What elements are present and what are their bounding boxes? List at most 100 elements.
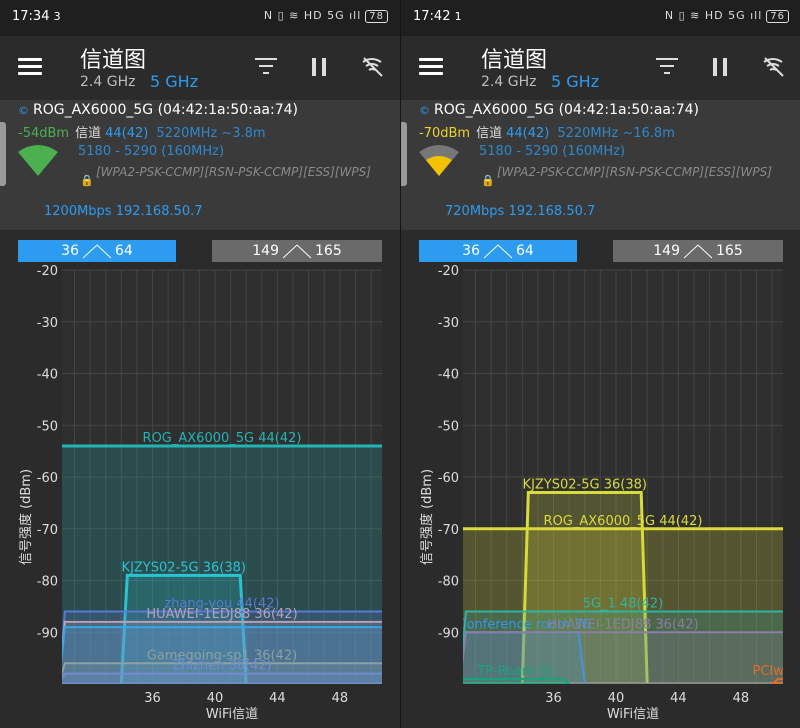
x-tick-label: 48 bbox=[733, 691, 750, 706]
network-signal-line: -54dBm 信道 44(42) 5220MHz ~3.8m bbox=[18, 122, 266, 141]
channel-value: 44(42) bbox=[506, 126, 550, 141]
signal-off-icon[interactable] bbox=[761, 54, 785, 78]
status-bar: 17:42 1 N ▯ ≋ HD 5G ıll 76 bbox=[401, 0, 800, 36]
panel-left: 17:34 3 N ▯ ≋ HD 5G ıll 78 信道图 2.4 GHz 5 … bbox=[0, 0, 400, 728]
rssi-value: -70dBm bbox=[419, 126, 471, 141]
status-icons: N ▯ ≋ HD 5G ıll 78 bbox=[264, 9, 388, 23]
status-time: 17:34 3 bbox=[12, 9, 61, 24]
page-title: 信道图 bbox=[481, 48, 548, 73]
y-tick-label: -60 bbox=[37, 471, 58, 486]
y-tick-label: -30 bbox=[438, 316, 459, 331]
x-tick-label: 40 bbox=[608, 691, 625, 706]
x-axis-label: WiFi信道 bbox=[607, 707, 659, 722]
network-series-5 bbox=[463, 677, 571, 684]
wps-icon: © bbox=[419, 104, 430, 117]
signal-off-icon[interactable] bbox=[360, 54, 384, 78]
series-label: HUAWEI-1EDJ88 36(42) bbox=[146, 607, 297, 622]
x-tick-label: 40 bbox=[207, 691, 224, 706]
band-2-4ghz-tab[interactable]: 2.4 GHz bbox=[80, 74, 135, 90]
network-signal-line: -70dBm 信道 44(42) 5220MHz ~16.8m bbox=[419, 122, 675, 141]
series-label: HUAWEI-1EDJ88 36(42) bbox=[547, 617, 698, 632]
pause-icon[interactable] bbox=[713, 58, 729, 76]
network-ssid: © ROG_AX6000_5G (04:42:1a:50:aa:74) bbox=[18, 102, 299, 118]
menu-icon[interactable] bbox=[419, 58, 443, 76]
y-tick-label: -20 bbox=[37, 264, 58, 279]
wifi-signal-icon bbox=[18, 145, 58, 176]
frequency-distance: 5220MHz ~16.8m bbox=[557, 126, 675, 141]
x-tick-label: 44 bbox=[269, 691, 286, 706]
x-axis-label: WiFi信道 bbox=[206, 707, 258, 722]
y-tick-label: -70 bbox=[438, 523, 459, 538]
y-tick-label: -60 bbox=[438, 471, 459, 486]
frequency-range: 5180 - 5290 (160MHz) bbox=[479, 144, 626, 159]
series-label: 5G_1 48(42) bbox=[583, 597, 663, 612]
band-5ghz-tab[interactable]: 5 GHz bbox=[150, 72, 198, 91]
frequency-range: 5180 - 5290 (160MHz) bbox=[78, 144, 225, 159]
status-icons: N ▯ ≋ HD 5G ıll 76 bbox=[665, 9, 789, 23]
frequency-distance: 5220MHz ~3.8m bbox=[156, 126, 266, 141]
series-label: KJZYS02-5G 36(38) bbox=[122, 560, 246, 575]
speed-ip: 720Mbps 192.168.50.7 bbox=[445, 204, 596, 219]
lock-icon: 🔒 bbox=[481, 174, 495, 187]
y-tick-label: -80 bbox=[438, 575, 459, 590]
toolbar: 信道图 2.4 GHz 5 GHz bbox=[401, 36, 800, 100]
range-separator-icon bbox=[484, 244, 512, 259]
y-tick-label: -40 bbox=[438, 368, 459, 383]
wifi-signal-icon bbox=[419, 145, 459, 176]
y-tick-label: -50 bbox=[37, 419, 58, 434]
menu-icon[interactable] bbox=[18, 58, 42, 76]
selected-network-card[interactable]: © ROG_AX6000_5G (04:42:1a:50:aa:74) -70dB… bbox=[401, 100, 800, 230]
y-tick-label: -90 bbox=[37, 626, 58, 641]
pause-icon[interactable] bbox=[312, 58, 328, 76]
channel-value: 44(42) bbox=[105, 126, 149, 141]
series-label: Zhizhen 36(42) bbox=[172, 659, 271, 674]
y-tick-label: -70 bbox=[37, 523, 58, 538]
selection-indicator bbox=[401, 122, 407, 186]
channel-range-36-64[interactable]: 36 64 bbox=[419, 240, 577, 262]
channel-range-149-165[interactable]: 149 165 bbox=[613, 240, 783, 262]
battery-icon: 78 bbox=[365, 10, 388, 23]
filter-icon[interactable] bbox=[656, 58, 678, 76]
status-bar: 17:34 3 N ▯ ≋ HD 5G ıll 78 bbox=[0, 0, 400, 36]
selected-network-card[interactable]: © ROG_AX6000_5G (04:42:1a:50:aa:74) -54dB… bbox=[0, 100, 400, 230]
band-5ghz-tab[interactable]: 5 GHz bbox=[551, 72, 599, 91]
page-title: 信道图 bbox=[80, 48, 147, 73]
rssi-value: -54dBm bbox=[18, 126, 70, 141]
network-ssid: © ROG_AX6000_5G (04:42:1a:50:aa:74) bbox=[419, 102, 700, 118]
x-tick-label: 44 bbox=[670, 691, 687, 706]
series-label: ROG_AX6000_5G 44(42) bbox=[544, 514, 703, 529]
y-axis-label: 信号强度 (dBm) bbox=[18, 469, 34, 565]
series-group: ROG_AX6000_5G 44(42)KJZYS02-5G 36(38)zha… bbox=[62, 431, 382, 684]
range-separator-icon bbox=[283, 244, 311, 259]
y-tick-label: -30 bbox=[37, 316, 58, 331]
toolbar: 信道图 2.4 GHz 5 GHz bbox=[0, 36, 400, 100]
band-2-4ghz-tab[interactable]: 2.4 GHz bbox=[481, 74, 536, 90]
security-flags: [WPA2-PSK-CCMP][RSN-PSK-CCMP][ESS][WPS] bbox=[96, 165, 371, 179]
battery-icon: 76 bbox=[766, 10, 789, 23]
status-time: 17:42 1 bbox=[413, 9, 462, 24]
series-label: TP-Roam-5c bbox=[476, 664, 554, 679]
series-label: PCIwisq bbox=[753, 664, 800, 679]
network-series-6 bbox=[770, 677, 783, 684]
channel-chart: -20 -30 -40 -50 -60 -70 -80 -90 36 40 44 48 信号强度 (dB… bbox=[18, 264, 382, 722]
y-tick-label: -20 bbox=[438, 264, 459, 279]
channel-range-36-64[interactable]: 36 64 bbox=[18, 240, 176, 262]
channel-label: 信道 bbox=[75, 126, 102, 141]
y-tick-label: -90 bbox=[438, 626, 459, 641]
x-tick-label: 36 bbox=[545, 691, 562, 706]
series-label: KJZYS02-5G 36(38) bbox=[523, 478, 647, 493]
x-tick-label: 48 bbox=[332, 691, 349, 706]
y-tick-label: -50 bbox=[438, 419, 459, 434]
channel-label: 信道 bbox=[476, 126, 503, 141]
series-label: ROG_AX6000_5G 44(42) bbox=[143, 431, 302, 446]
x-tick-label: 36 bbox=[144, 691, 161, 706]
range-separator-icon bbox=[684, 244, 712, 259]
channel-chart: -20 -30 -40 -50 -60 -70 -80 -90 36 40 44 48 信号强度 (dB… bbox=[419, 264, 800, 722]
selection-indicator bbox=[0, 122, 6, 186]
network-series-6 bbox=[62, 672, 382, 684]
y-tick-label: -80 bbox=[37, 575, 58, 590]
filter-icon[interactable] bbox=[255, 58, 277, 76]
y-axis-label: 信号强度 (dBm) bbox=[419, 469, 435, 565]
channel-range-149-165[interactable]: 149 165 bbox=[212, 240, 382, 262]
lock-icon: 🔒 bbox=[80, 174, 94, 187]
